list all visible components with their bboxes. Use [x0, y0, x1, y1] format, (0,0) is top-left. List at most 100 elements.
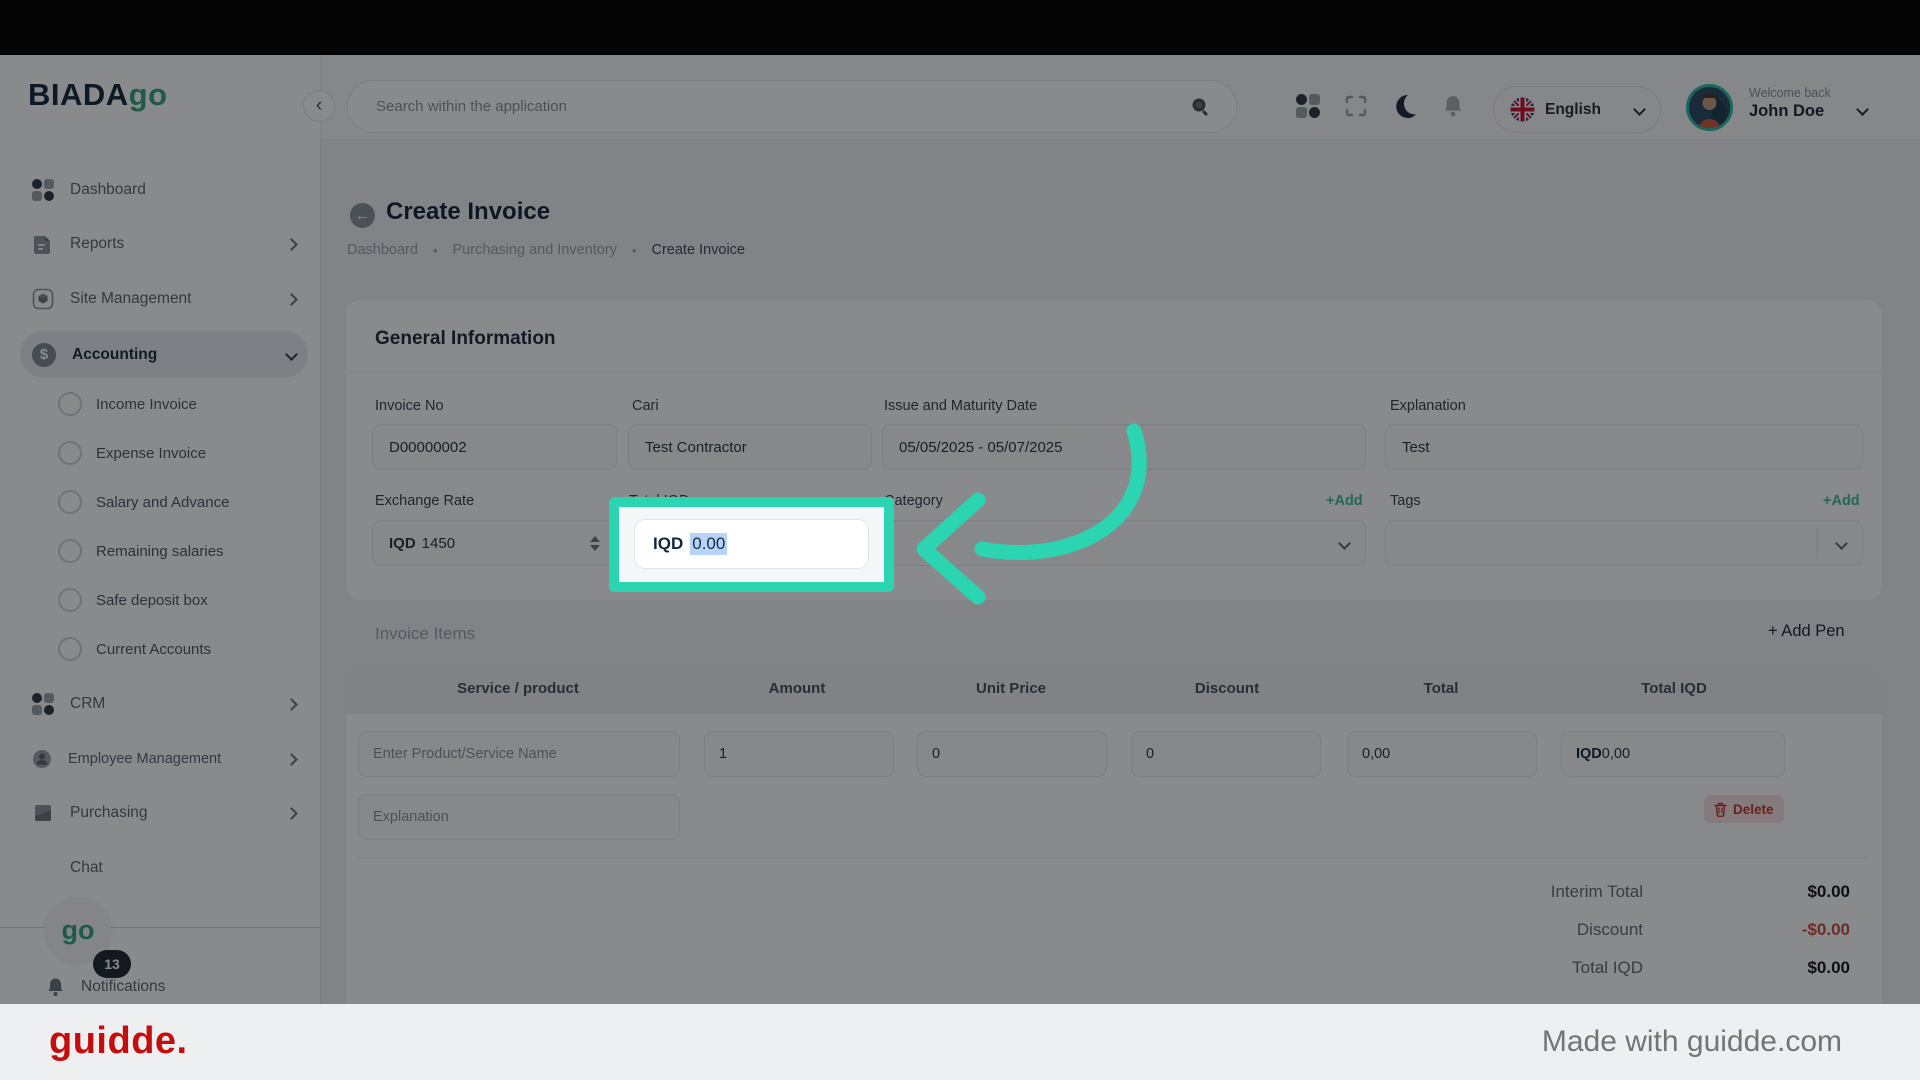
sidebar-item-label: CRM: [70, 695, 271, 713]
invoice-no-value: D00000002: [389, 439, 467, 456]
col-amount: Amount: [687, 680, 907, 697]
chevron-down-icon: [1338, 537, 1351, 550]
product-name-placeholder: Enter Product/Service Name: [373, 746, 557, 762]
sidebar-item-accounting[interactable]: $ Accounting: [20, 331, 308, 378]
top-header: ‹ Search within the application English …: [321, 55, 1920, 140]
product-name-input[interactable]: Enter Product/Service Name: [358, 731, 680, 777]
sidebar-item-notifications[interactable]: Notifications: [46, 977, 165, 997]
sidebar-item-employee-management[interactable]: Employee Management: [20, 737, 308, 781]
guidde-logo: guidde.: [49, 1020, 188, 1063]
amount-input[interactable]: 1: [704, 731, 894, 777]
sidebar-item-salary-advance[interactable]: Salary and Advance: [58, 482, 298, 522]
total-input[interactable]: 0,00: [1347, 731, 1537, 777]
highlight-box: IQD 0.00: [609, 497, 894, 592]
apps-grid-icon[interactable]: [1296, 94, 1320, 118]
back-button[interactable]: ←: [350, 203, 375, 228]
dark-mode-moon-icon[interactable]: [1392, 93, 1418, 119]
sidebar-subitem-label: Current Accounts: [96, 641, 211, 658]
delete-row-button[interactable]: Delete: [1704, 795, 1784, 823]
breadcrumb-current: Create Invoice: [652, 242, 746, 258]
issue-maturity-field[interactable]: 05/05/2025 - 05/07/2025: [882, 424, 1366, 470]
user-avatar[interactable]: [1686, 84, 1733, 131]
sidebar-item-label: Purchasing: [70, 804, 271, 822]
add-pen-button[interactable]: + Add Pen: [1768, 622, 1845, 641]
notification-count-badge: 13: [93, 950, 131, 978]
sidebar-item-expense-invoice[interactable]: Expense Invoice: [58, 433, 298, 473]
discount-total-label: Discount: [1400, 920, 1643, 940]
delete-label: Delete: [1733, 802, 1774, 817]
trash-icon: [1714, 802, 1727, 817]
sidebar: BIADAgo Dashboard Reports Site Managemen…: [0, 55, 321, 1004]
breadcrumb-dashboard[interactable]: Dashboard: [347, 242, 418, 258]
cube-icon: [32, 288, 54, 310]
total-iqd-field[interactable]: IQD 0.00: [634, 519, 869, 569]
sidebar-item-dashboard[interactable]: Dashboard: [20, 168, 308, 212]
invoice-no-label: Invoice No: [375, 398, 444, 414]
chevron-down-icon[interactable]: [1856, 103, 1869, 116]
sidebar-item-chat[interactable]: Chat: [20, 846, 308, 890]
sidebar-item-current-accounts[interactable]: Current Accounts: [58, 629, 298, 669]
grand-total-iqd-label: Total IQD: [1400, 958, 1643, 978]
unit-price-value: 0: [932, 746, 940, 762]
explanation-field[interactable]: Test: [1385, 424, 1863, 470]
discount-value: 0: [1146, 746, 1154, 762]
grand-total-iqd-value: $0.00: [1650, 958, 1850, 978]
fullscreen-icon[interactable]: [1344, 94, 1368, 118]
unit-price-input[interactable]: 0: [917, 731, 1107, 777]
cari-value: Test Contractor: [645, 439, 747, 456]
radio-circle-icon: [58, 637, 82, 661]
number-stepper-icon[interactable]: [590, 536, 600, 551]
sidebar-item-safe-deposit-box[interactable]: Safe deposit box: [58, 580, 298, 620]
bell-icon[interactable]: [1442, 94, 1464, 118]
col-total: Total: [1331, 680, 1551, 697]
cari-label: Cari: [632, 398, 659, 414]
notifications-label: Notifications: [81, 978, 165, 996]
radio-circle-icon: [58, 441, 82, 465]
sidebar-item-site-management[interactable]: Site Management: [20, 277, 308, 321]
section-heading: General Information: [375, 328, 556, 350]
invoice-items-table-header: Service / product Amount Unit Price Disc…: [346, 664, 1882, 714]
sidebar-item-purchasing[interactable]: Purchasing: [20, 791, 308, 835]
crm-grid-icon: [32, 693, 54, 715]
top-black-bar: [0, 0, 1920, 55]
row-total-iqd-field[interactable]: IQD0,00: [1561, 731, 1785, 777]
sidebar-item-income-invoice[interactable]: Income Invoice: [58, 384, 298, 424]
user-greeting[interactable]: Welcome back John Doe: [1749, 86, 1831, 121]
total-iqd-currency: IQD: [653, 534, 683, 554]
category-add-link[interactable]: +Add: [1326, 493, 1363, 509]
breadcrumb-separator: •: [632, 243, 637, 258]
tags-add-link[interactable]: +Add: [1823, 493, 1860, 509]
explanation-label: Explanation: [1390, 398, 1466, 414]
category-select[interactable]: [882, 520, 1366, 566]
sidebar-item-label: Reports: [70, 235, 271, 253]
sidebar-collapse-button[interactable]: ‹: [303, 90, 335, 122]
made-with-guidde-text: Made with guidde.com: [1542, 1025, 1842, 1059]
exchange-rate-value: 1450: [422, 535, 455, 552]
discount-input[interactable]: 0: [1131, 731, 1321, 777]
sidebar-item-remaining-salaries[interactable]: Remaining salaries: [58, 531, 298, 571]
sidebar-item-reports[interactable]: Reports: [20, 222, 308, 266]
sidebar-item-label: Accounting: [72, 346, 271, 364]
breadcrumb-purchasing-inventory[interactable]: Purchasing and Inventory: [453, 242, 617, 258]
issue-maturity-value: 05/05/2025 - 05/07/2025: [899, 439, 1062, 456]
cari-field[interactable]: Test Contractor: [628, 424, 872, 470]
search-icon: [1188, 95, 1212, 119]
chevron-down-icon: [1633, 103, 1646, 116]
chevron-down-icon: [1835, 537, 1848, 550]
sidebar-item-crm[interactable]: CRM: [20, 682, 308, 726]
radio-circle-icon: [58, 539, 82, 563]
exchange-rate-field[interactable]: IQD 1450: [372, 520, 617, 566]
language-selector[interactable]: English: [1493, 86, 1661, 133]
invoice-no-field[interactable]: D00000002: [372, 424, 617, 470]
row-explanation-input[interactable]: Explanation: [358, 794, 680, 840]
exchange-rate-currency: IQD: [389, 535, 416, 552]
purchasing-icon: [32, 802, 54, 824]
sidebar-item-label: Chat: [70, 859, 296, 877]
person-icon: [32, 749, 52, 769]
search-input[interactable]: Search within the application: [347, 80, 1237, 133]
chevron-right-icon: [285, 238, 298, 251]
page-title: Create Invoice: [386, 198, 550, 226]
issue-maturity-label: Issue and Maturity Date: [884, 398, 1037, 414]
col-service-product: Service / product: [408, 680, 628, 697]
tags-select[interactable]: [1385, 520, 1863, 566]
